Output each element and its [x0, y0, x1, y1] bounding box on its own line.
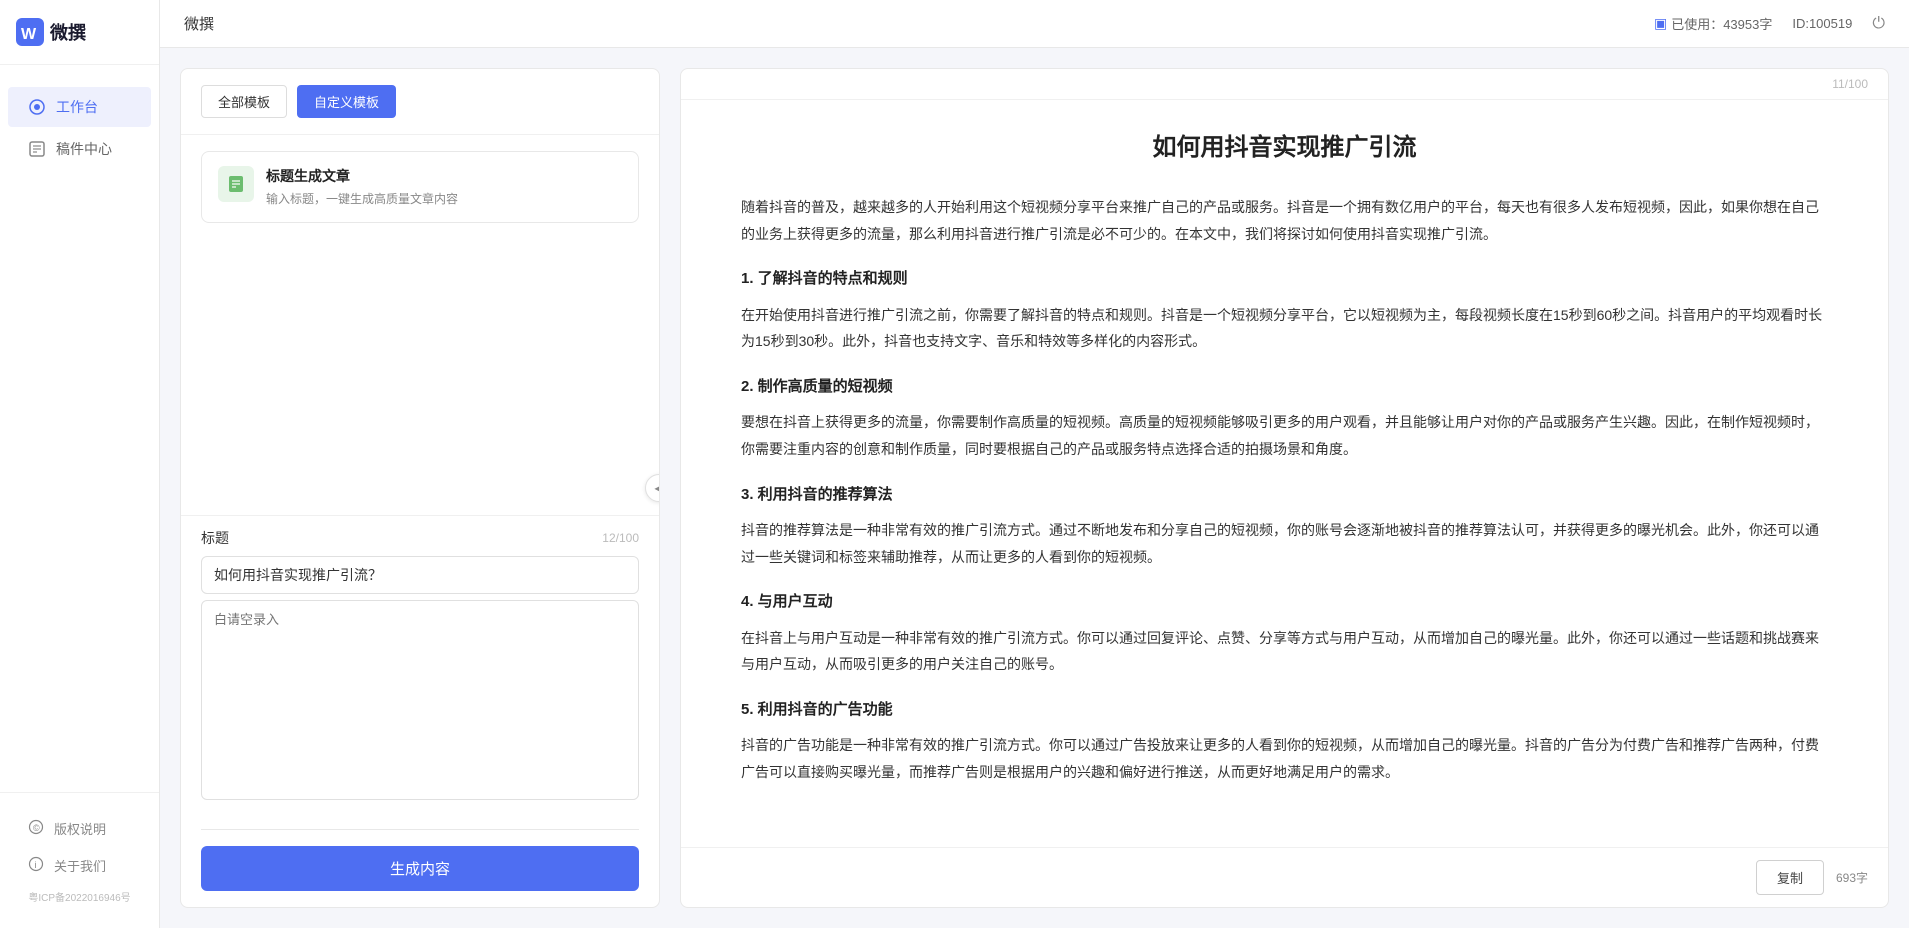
page-count: 11/100	[1832, 77, 1868, 91]
section-title: 2. 制作高质量的短视频	[741, 373, 1828, 402]
form-divider	[201, 829, 639, 830]
section-title: 1. 了解抖音的特点和规则	[741, 265, 1828, 294]
logo-icon: W	[16, 18, 44, 46]
article-paragraph: 在抖音上与用户互动是一种非常有效的推广引流方式。你可以通过回复评论、点赞、分享等…	[741, 625, 1828, 678]
workbench-icon	[28, 98, 46, 116]
svg-text:i: i	[35, 860, 37, 870]
word-count: 693字	[1836, 869, 1868, 886]
sidebar-item-copyright[interactable]: © 版权说明	[8, 811, 151, 846]
content-area: 全部模板 自定义模板 标题生成文章	[160, 48, 1909, 928]
sidebar-item-drafts[interactable]: 稿件中心	[8, 129, 151, 169]
header: 微撰 ▣ 已使用：43953字 ID:100519 ⏻	[160, 0, 1909, 48]
form-label: 标题	[201, 528, 229, 548]
sidebar-item-copyright-label: 版权说明	[54, 819, 106, 838]
section-title: 5. 利用抖音的广告功能	[741, 696, 1828, 725]
svg-text:W: W	[21, 26, 37, 43]
article-body: 随着抖音的普及，越来越多的人开始利用这个短视频分享平台来推广自己的产品或服务。抖…	[741, 194, 1828, 786]
article-paragraph: 抖音的广告功能是一种非常有效的推广引流方式。你可以通过广告投放来让更多的人看到你…	[741, 732, 1828, 785]
article-title: 如何用抖音实现推广引流	[741, 130, 1828, 166]
icp-text: 粤ICP备2022016946号	[0, 885, 159, 912]
sidebar-item-workbench-label: 工作台	[56, 97, 98, 117]
tab-all-templates[interactable]: 全部模板	[201, 85, 287, 118]
char-count: 12/100	[602, 531, 639, 545]
form-section: 标题 12/100	[181, 515, 659, 819]
usage-text: 已使用：43953字	[1671, 14, 1772, 33]
title-input[interactable]	[201, 556, 639, 594]
sidebar-item-about-label: 关于我们	[54, 856, 106, 875]
sidebar-item-about[interactable]: i 关于我们	[8, 848, 151, 883]
drafts-icon	[28, 140, 46, 158]
sidebar: W 微撰 工作台 稿件中心	[0, 0, 160, 928]
counter-icon: ▣	[1654, 15, 1667, 32]
template-name: 标题生成文章	[266, 166, 622, 186]
right-panel-header: 11/100	[681, 69, 1888, 100]
logo-text: 微撰	[50, 19, 86, 45]
copyright-icon: ©	[28, 819, 44, 838]
section-title: 4. 与用户互动	[741, 588, 1828, 617]
article-paragraph: 要想在抖音上获得更多的流量，你需要制作高质量的短视频。高质量的短视频能够吸引更多…	[741, 409, 1828, 462]
article-paragraph: 在开始使用抖音进行推广引流之前，你需要了解抖音的特点和规则。抖音是一个短视频分享…	[741, 302, 1828, 355]
header-right: ▣ 已使用：43953字 ID:100519 ⏻	[1654, 14, 1885, 33]
sidebar-item-workbench[interactable]: 工作台	[8, 87, 151, 127]
section-title: 3. 利用抖音的推荐算法	[741, 481, 1828, 510]
left-panel: 全部模板 自定义模板 标题生成文章	[180, 68, 660, 908]
template-list: 标题生成文章 输入标题，一键生成高质量文章内容	[181, 135, 659, 515]
header-title: 微撰	[184, 13, 214, 34]
form-label-row: 标题 12/100	[201, 516, 639, 556]
main: 微撰 ▣ 已使用：43953字 ID:100519 ⏻ 全部模板 自定义模板	[160, 0, 1909, 928]
svg-text:©: ©	[33, 823, 40, 833]
panel-tabs: 全部模板 自定义模板	[181, 69, 659, 135]
template-icon-box	[218, 166, 254, 202]
sidebar-bottom: © 版权说明 i 关于我们 粤ICP备2022016946号	[0, 792, 159, 928]
right-panel: 11/100 如何用抖音实现推广引流 随着抖音的普及，越来越多的人开始利用这个短…	[680, 68, 1889, 908]
document-icon	[226, 174, 246, 194]
template-desc: 输入标题，一键生成高质量文章内容	[266, 190, 622, 208]
sidebar-item-drafts-label: 稿件中心	[56, 139, 112, 159]
copy-button[interactable]: 复制	[1756, 860, 1824, 895]
article-content: 如何用抖音实现推广引流 随着抖音的普及，越来越多的人开始利用这个短视频分享平台来…	[681, 100, 1888, 847]
power-icon[interactable]: ⏻	[1872, 15, 1885, 33]
generate-button[interactable]: 生成内容	[201, 846, 639, 891]
article-paragraph: 抖音的推荐算法是一种非常有效的推广引流方式。通过不断地发布和分享自己的短视频，你…	[741, 517, 1828, 570]
template-info: 标题生成文章 输入标题，一键生成高质量文章内容	[266, 166, 622, 208]
content-textarea[interactable]	[201, 600, 639, 800]
article-paragraph: 随着抖音的普及，越来越多的人开始利用这个短视频分享平台来推广自己的产品或服务。抖…	[741, 194, 1828, 247]
tab-custom-templates[interactable]: 自定义模板	[297, 85, 396, 118]
sidebar-nav: 工作台 稿件中心	[0, 65, 159, 792]
user-id: ID:100519	[1792, 16, 1852, 31]
template-card[interactable]: 标题生成文章 输入标题，一键生成高质量文章内容	[201, 151, 639, 223]
usage-counter: ▣ 已使用：43953字	[1654, 14, 1772, 33]
right-footer: 复制 693字	[681, 847, 1888, 907]
about-icon: i	[28, 856, 44, 875]
sidebar-logo: W 微撰	[0, 0, 159, 65]
